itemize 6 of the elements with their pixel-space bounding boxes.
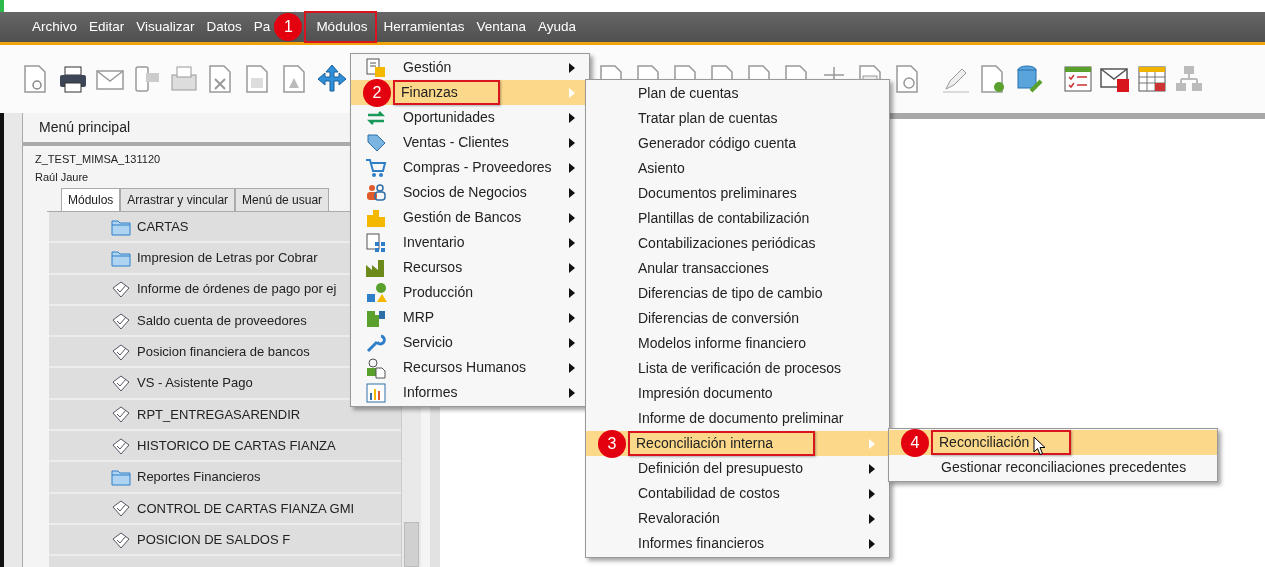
user-name: Raúl Jaure bbox=[35, 170, 89, 185]
company-name: Z_TEST_MIMSA_131120 bbox=[35, 152, 161, 167]
step-number-badge: 2 bbox=[363, 78, 391, 107]
step-number-badge: 4 bbox=[901, 428, 929, 457]
step-number-badge: 1 bbox=[274, 13, 303, 41]
step-number-badge: 3 bbox=[598, 429, 626, 458]
